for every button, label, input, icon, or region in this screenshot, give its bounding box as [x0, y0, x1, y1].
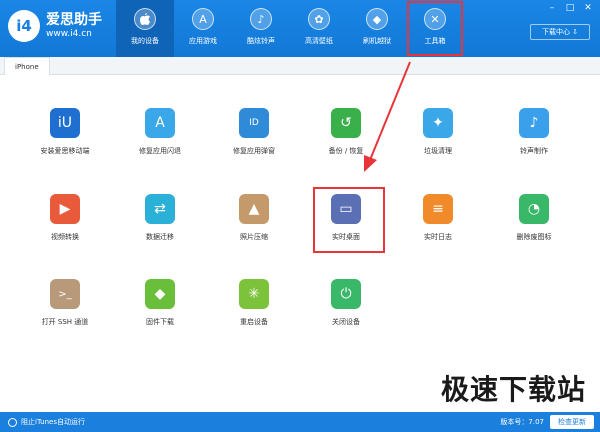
- restore-button[interactable]: □: [564, 3, 576, 13]
- delete-icon-icon: ◔: [519, 194, 549, 224]
- tool-ringtone-maker[interactable]: ♪ 铃声制作: [494, 108, 574, 156]
- video-convert-icon: ▶: [50, 194, 80, 224]
- tab-my-device[interactable]: 我的设备: [116, 0, 174, 57]
- tool-restart-device[interactable]: ✳ 重启设备: [214, 279, 294, 327]
- apple-icon: [134, 8, 156, 30]
- tool-photo-compress[interactable]: ▲ 照片压缩: [214, 194, 294, 242]
- tool-realtime-log[interactable]: ≡ 实时日志: [398, 194, 478, 242]
- tool-repair-app-popup[interactable]: ID 修复应用弹窗: [214, 108, 294, 156]
- broom-icon: ✦: [423, 108, 453, 138]
- device-tab-iphone[interactable]: iPhone: [4, 57, 50, 75]
- tool-repair-app-crash[interactable]: A 修复应用闪退: [120, 108, 200, 156]
- tab-apps-games[interactable]: A 应用游戏: [174, 0, 232, 57]
- download-center-button[interactable]: 下载中心 ⇩: [530, 24, 590, 40]
- tool-open-ssh[interactable]: >_ 打开 SSH 通道: [25, 279, 105, 327]
- radio-icon: [8, 417, 17, 427]
- tab-wallpapers[interactable]: ✿ 高清壁纸: [290, 0, 348, 57]
- i4-logo-icon: i4: [8, 10, 40, 42]
- i4-app-icon: iU: [50, 108, 80, 138]
- data-migrate-icon: ⇄: [145, 194, 175, 224]
- main-nav: 我的设备 A 应用游戏 ♪ 酷炫铃声 ✿ 高清壁纸 ◆ 刷机越狱 ✕ 工具箱: [116, 0, 464, 57]
- bell-plus-icon: ♪: [519, 108, 549, 138]
- tool-shutdown-device[interactable]: ⏻ 关闭设备: [306, 279, 386, 327]
- status-bar: 阻止iTunes自动运行 版本号：7.07 检查更新: [0, 412, 600, 432]
- highlight-box: [313, 187, 385, 253]
- tools-icon: ✕: [424, 8, 446, 30]
- itunes-block-toggle[interactable]: 阻止iTunes自动运行: [8, 417, 85, 427]
- log-icon: ≡: [423, 194, 453, 224]
- flower-icon: ✿: [308, 8, 330, 30]
- backup-restore-icon: ↺: [331, 108, 361, 138]
- firmware-box-icon: ◆: [145, 279, 175, 309]
- restart-icon: ✳: [239, 279, 269, 309]
- app-name: 爱思助手: [46, 12, 102, 28]
- appstore-repair-icon: A: [145, 108, 175, 138]
- watermark-text: 极速下载站: [440, 373, 586, 406]
- window-controls: – □ ✕: [546, 3, 594, 13]
- appstore-icon: A: [192, 8, 214, 30]
- tool-backup-restore[interactable]: ↺ 备份 / 恢复: [306, 108, 386, 156]
- tab-flash-jailbreak[interactable]: ◆ 刷机越狱: [348, 0, 406, 57]
- tool-junk-cleanup[interactable]: ✦ 垃圾清理: [398, 108, 478, 156]
- top-bar: i4 爱思助手 www.i4.cn 我的设备 A 应用游戏 ♪ 酷炫铃声 ✿ 高…: [0, 0, 600, 57]
- device-tab-strip: iPhone: [0, 57, 600, 75]
- tab-toolbox[interactable]: ✕ 工具箱: [406, 0, 464, 57]
- tab-ringtones[interactable]: ♪ 酷炫铃声: [232, 0, 290, 57]
- version-label: 版本号：7.07: [500, 418, 544, 426]
- photo-compress-icon: ▲: [239, 194, 269, 224]
- tool-delete-icons[interactable]: ◔ 删除废图标: [494, 194, 574, 242]
- power-icon: ⏻: [331, 279, 361, 309]
- tool-install-i4-mobile[interactable]: iU 安装爱思移动端: [25, 108, 105, 156]
- tool-data-migrate[interactable]: ⇄ 数据迁移: [120, 194, 200, 242]
- check-update-button[interactable]: 检查更新: [550, 415, 594, 429]
- tool-firmware-download[interactable]: ◆ 固件下载: [120, 279, 200, 327]
- ssh-terminal-icon: >_: [50, 279, 80, 309]
- apple-id-icon: ID: [239, 108, 269, 138]
- tool-video-convert[interactable]: ▶ 视频转换: [25, 194, 105, 242]
- app-logo: i4 爱思助手 www.i4.cn: [8, 10, 102, 42]
- minimize-button[interactable]: –: [546, 3, 558, 13]
- dropbox-icon: ◆: [366, 8, 388, 30]
- bell-icon: ♪: [250, 8, 272, 30]
- close-button[interactable]: ✕: [582, 3, 594, 13]
- app-url: www.i4.cn: [46, 29, 92, 39]
